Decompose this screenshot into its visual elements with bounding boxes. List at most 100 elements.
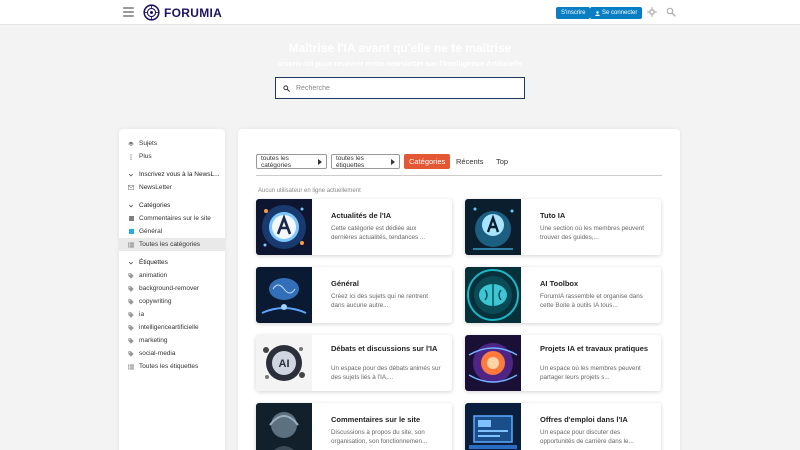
- sidebar-item-label: NewsLetter: [139, 184, 172, 191]
- sidebar-section-tags[interactable]: Étiquettes: [119, 256, 225, 269]
- chevron-down-icon: [128, 260, 134, 266]
- sidebar-section-categories[interactable]: Catégories: [119, 199, 225, 212]
- layers-icon: [128, 141, 134, 147]
- category-title: Offres d'emploi dans l'IA: [540, 415, 628, 424]
- sidebar-category-general[interactable]: Général: [119, 225, 225, 238]
- sidebar-all-tags[interactable]: Toutes les étiquettes: [119, 360, 225, 373]
- category-card-general[interactable]: Général Créez ici des sujets qui ne rent…: [256, 267, 452, 323]
- sidebar-tag-item[interactable]: animation: [119, 269, 225, 282]
- sidebar: Sujets Plus Inscrivez vous à la NewsL...…: [119, 129, 225, 450]
- online-users-status: Aucun utilisateur en ligne actuellement: [258, 188, 361, 194]
- envelope-icon: [128, 185, 134, 191]
- tag-icon: [128, 272, 134, 279]
- category-description: Discussions à propos du site, son organi…: [331, 429, 428, 445]
- sidebar-item-label: animation: [139, 272, 168, 279]
- sidebar-item-label: ia: [139, 311, 145, 318]
- sidebar-tag-item[interactable]: marketing: [119, 334, 225, 347]
- sidebar-item-label: Toutes les étiquettes: [139, 363, 199, 370]
- hero-title: Maîtrise l'IA avant qu'elle ne te maîtri…: [288, 41, 512, 55]
- section-title: Catégories: [139, 202, 171, 209]
- search-icon: [283, 84, 290, 92]
- category-description: Un espace où les membres peuvent partage…: [540, 365, 641, 381]
- category-thumbnail-image: [465, 199, 521, 255]
- category-card-ai-jobs[interactable]: Offres d'emploi dans l'IA Un espace pour…: [465, 403, 661, 450]
- hero-banner: Maîtrise l'IA avant qu'elle ne te maîtri…: [0, 25, 800, 125]
- sidebar-item-label: marketing: [139, 337, 168, 344]
- tab-categories[interactable]: Catégories: [404, 154, 451, 169]
- sidebar-item-label: copywriting: [139, 298, 172, 305]
- hero-subtitle: Inscris-toi pour recevoir notre newslett…: [277, 59, 523, 68]
- main-content: toutes les catégories toutes les étiquet…: [238, 129, 680, 450]
- category-thumbnail-image: [256, 199, 312, 255]
- category-card-site-feedback[interactable]: Commentaires sur le site Discussions à p…: [256, 403, 452, 450]
- category-nav: toutes les catégories toutes les étiquet…: [256, 154, 662, 176]
- chevron-down-icon: [128, 203, 134, 209]
- category-card-ai-news[interactable]: Actualités de l'IA Cette catégorie est d…: [256, 199, 452, 255]
- category-color-square: [128, 216, 134, 222]
- sidebar-all-categories[interactable]: Toutes les catégories: [119, 238, 225, 251]
- list-icon: [128, 242, 134, 248]
- ellipsis-vertical-icon: [128, 153, 134, 160]
- hero-search-box[interactable]: [275, 77, 525, 99]
- sidebar-item-label: background-remover: [139, 285, 199, 292]
- sidebar-item-label: Toutes les catégories: [139, 241, 201, 248]
- category-card-ai-tutorials[interactable]: Tuto IA Une section où les membres peuve…: [465, 199, 661, 255]
- sidebar-item-label: social-media: [139, 350, 176, 357]
- category-color-square: [128, 229, 134, 235]
- search-input[interactable]: [296, 84, 496, 92]
- categories-dropdown[interactable]: toutes les catégories: [256, 154, 327, 169]
- category-description: Un espace pour discuter des opportunités…: [540, 429, 634, 445]
- tag-icon: [128, 285, 134, 292]
- sidebar-item-label: Général: [139, 228, 163, 235]
- sidebar-item-more[interactable]: Plus: [119, 150, 225, 163]
- category-title: AI Toolbox: [540, 279, 579, 288]
- sidebar-tag-item[interactable]: intelligenceartificielle: [119, 321, 225, 334]
- category-description: Une section où les membres peuvent trouv…: [540, 225, 644, 241]
- tab-recent[interactable]: Récents: [456, 154, 484, 169]
- tag-icon: [128, 350, 134, 357]
- category-description: Un espace pour des débats animés sur des…: [331, 365, 441, 381]
- category-description: ForumIA rassemble et organise dans cette…: [540, 293, 643, 309]
- list-icon: [128, 364, 134, 370]
- category-description: Créez ici des sujets qui ne rentrent dan…: [331, 293, 428, 309]
- login-button[interactable]: Se connecter: [590, 7, 643, 19]
- category-description: Cette catégorie est dédiée aux dernières…: [331, 225, 426, 241]
- brand-name: FORUMIA: [164, 5, 223, 20]
- chevron-down-icon: [128, 172, 134, 178]
- sidebar-section-newsletter[interactable]: Inscrivez vous à la NewsL...: [119, 168, 225, 181]
- sidebar-tag-item[interactable]: background-remover: [119, 282, 225, 295]
- dropdown-label: toutes les étiquettes: [336, 154, 365, 169]
- hamburger-menu-icon[interactable]: [123, 7, 134, 17]
- category-thumbnail-image: [256, 267, 312, 323]
- category-title: Tuto IA: [540, 211, 566, 220]
- user-icon: [595, 10, 600, 16]
- sidebar-tag-item[interactable]: social-media: [119, 347, 225, 360]
- tags-dropdown[interactable]: toutes les étiquettes: [331, 154, 400, 169]
- dropdown-label: toutes les catégories: [261, 154, 291, 169]
- category-thumbnail-image: [465, 403, 521, 450]
- category-thumbnail-image: [465, 267, 521, 323]
- section-title: Étiquettes: [139, 259, 168, 266]
- sidebar-category-site-feedback[interactable]: Commentaires sur le site: [119, 212, 225, 225]
- sidebar-tag-item[interactable]: copywriting: [119, 295, 225, 308]
- category-card-ai-debates[interactable]: AI Débats et discussions sur l'IA Un esp…: [256, 335, 452, 391]
- sidebar-item-label: Commentaires sur le site: [139, 215, 211, 222]
- svg-text:AI: AI: [279, 358, 290, 370]
- sidebar-item-topics[interactable]: Sujets: [119, 137, 225, 150]
- gear-icon[interactable]: [647, 7, 657, 17]
- sidebar-item-label: Sujets: [139, 140, 158, 147]
- sidebar-item-label: Plus: [139, 153, 152, 160]
- tab-top[interactable]: Top: [496, 154, 508, 169]
- site-logo[interactable]: FORUMIA: [143, 4, 222, 21]
- caret-right-icon: [391, 158, 395, 165]
- sidebar-item-newsletter[interactable]: NewsLetter: [119, 181, 225, 194]
- sidebar-tag-item[interactable]: ia: [119, 308, 225, 321]
- tag-icon: [128, 337, 134, 344]
- category-card-ai-toolbox[interactable]: AI Toolbox ForumIA rassemble et organise…: [465, 267, 661, 323]
- signup-button[interactable]: S'inscrire: [556, 7, 591, 19]
- site-header: FORUMIA S'inscrire Se connecter: [0, 0, 800, 25]
- category-card-ai-projects[interactable]: Projets IA et travaux pratiques Un espac…: [465, 335, 661, 391]
- search-icon[interactable]: [666, 7, 676, 17]
- forumia-logo-icon: [143, 4, 160, 21]
- category-thumbnail-image: AI: [256, 335, 312, 391]
